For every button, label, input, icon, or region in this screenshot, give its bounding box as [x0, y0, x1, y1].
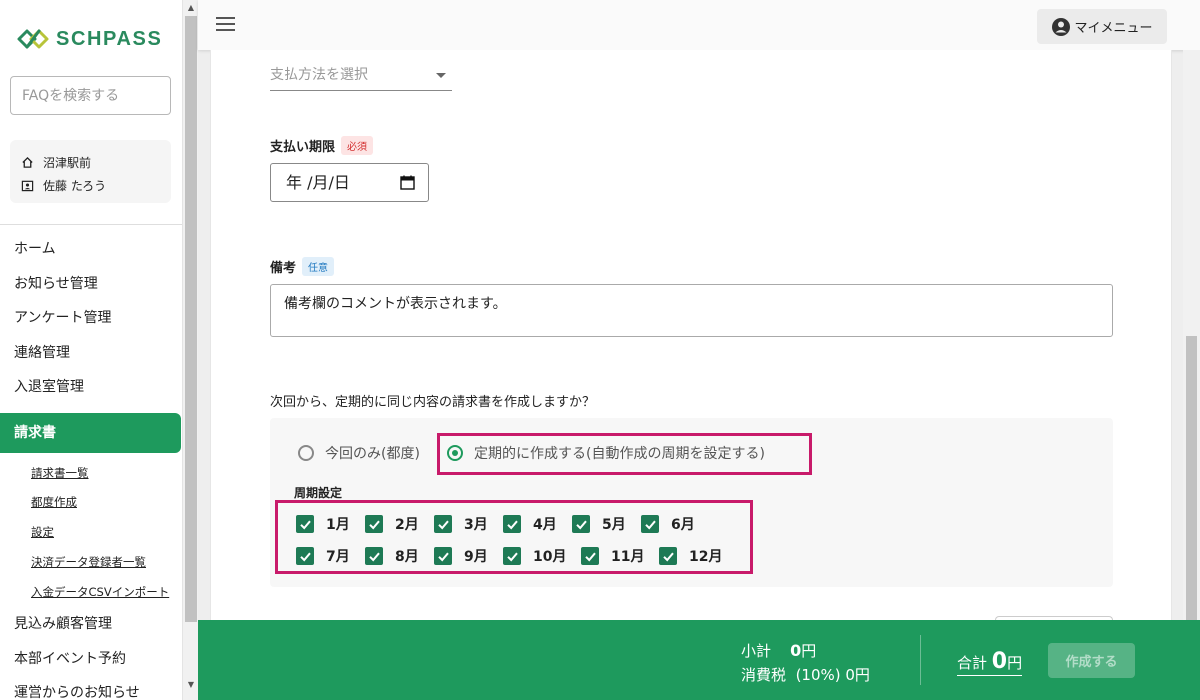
required-badge: 必須: [341, 136, 374, 155]
faq-search-input[interactable]: [10, 76, 171, 115]
radio-once[interactable]: 今回のみ(都度): [298, 443, 420, 463]
payment-method-select[interactable]: 支払方法を選択: [270, 64, 452, 91]
optional-badge: 任意: [302, 257, 335, 276]
nav-sub-csv-import[interactable]: 入金データCSVインポート: [0, 578, 182, 608]
nav-contact-management[interactable]: 連絡管理: [0, 336, 182, 371]
subtotal-row: 小計 0円: [741, 640, 816, 661]
nav-attendance-management[interactable]: 入退室管理: [0, 370, 182, 405]
nav-sub-payment-registrants[interactable]: 決済データ登録者一覧: [0, 548, 182, 578]
notes-textarea[interactable]: 備考欄のコメントが表示されます。: [270, 284, 1113, 337]
sidebar-divider: [0, 224, 182, 225]
scroll-down-icon[interactable]: ▼: [183, 678, 199, 692]
sidebar-scrollbar[interactable]: ▲ ▼: [182, 0, 198, 700]
nav-home[interactable]: ホーム: [0, 232, 182, 267]
account-circle-icon: [1052, 17, 1071, 36]
school-location: 沼津駅前: [43, 156, 92, 170]
radio-once-circle[interactable]: [298, 445, 314, 461]
hamburger-menu-icon[interactable]: [216, 17, 235, 31]
nav-sub-invoice-list[interactable]: 請求書一覧: [0, 459, 182, 489]
due-date-label-row: 支払い期限 必須: [270, 136, 374, 155]
nav-notice-management[interactable]: お知らせ管理: [0, 267, 182, 302]
due-date-label: 支払い期限: [270, 140, 336, 155]
main-scroll-thumb[interactable]: [1186, 336, 1197, 640]
radio-once-label: 今回のみ(都度): [325, 446, 420, 462]
dropdown-caret-icon: [436, 73, 446, 78]
brand-logo[interactable]: SCHPASS: [16, 26, 162, 52]
tax-rate: (10%): [795, 666, 841, 684]
my-menu-label: マイメニュー: [1074, 21, 1153, 36]
nav-prospect-management[interactable]: 見込み顧客管理: [0, 607, 182, 642]
due-date-value: 年 /月/日: [286, 173, 350, 192]
notes-label-row: 備考 任意: [270, 257, 335, 276]
badge-user-icon: [21, 180, 34, 192]
brand-name: SCHPASS: [56, 27, 163, 50]
user-name: 佐藤 たろう: [43, 179, 107, 193]
footer-separator: [920, 635, 921, 685]
recurring-question: 次回から、定期的に同じ内容の請求書を作成しますか？: [270, 395, 596, 410]
highlight-month-checkboxes: [275, 500, 753, 574]
sidebar-nav: ホーム お知らせ管理 アンケート管理 連絡管理 入退室管理 請求書 請求書一覧 …: [0, 232, 182, 700]
subtotal-yen: 円: [801, 642, 817, 660]
invoice-form-card: 支払方法を選択 支払い期限 必須 年 /月/日 備考 任意 備考欄のコメントが表…: [210, 50, 1172, 636]
create-invoice-button[interactable]: 作成する: [1048, 643, 1135, 678]
sidebar: SCHPASS 沼津駅前 佐藤 たろう ホーム お知らせ管理 アンケート管理 連…: [0, 0, 182, 700]
cycle-label: 周期設定: [294, 486, 343, 500]
nav-survey-management[interactable]: アンケート管理: [0, 301, 182, 336]
total-row: 合計 0円: [957, 649, 1023, 676]
payment-method-placeholder: 支払方法を選択: [270, 67, 368, 83]
notes-label: 備考: [270, 261, 297, 276]
school-info: 沼津駅前 佐藤 たろう: [10, 140, 171, 203]
nav-sub-one-time[interactable]: 都度作成: [0, 488, 182, 518]
subtotal-label: 小計: [741, 642, 772, 660]
total-value: 0: [991, 649, 1008, 674]
main-scrollbar[interactable]: [1183, 50, 1200, 640]
nav-hq-event-booking[interactable]: 本部イベント予約: [0, 642, 182, 677]
nav-invoice[interactable]: 請求書: [0, 412, 181, 453]
tax-value: 0円: [845, 666, 870, 684]
nav-operator-notices[interactable]: 運営からのお知らせ: [0, 676, 182, 700]
highlight-recurring-option: [437, 433, 812, 475]
due-date-input[interactable]: 年 /月/日: [270, 163, 429, 202]
subtotal-value: 0: [790, 641, 802, 660]
top-header: マイメニュー: [198, 0, 1200, 50]
schpass-logo-icon: [17, 29, 49, 49]
total-yen: 円: [1007, 654, 1023, 672]
my-menu-button[interactable]: マイメニュー: [1037, 9, 1167, 44]
nav-sub-settings[interactable]: 設定: [0, 518, 182, 548]
total-label: 合計: [957, 654, 988, 672]
calendar-icon[interactable]: [400, 175, 415, 190]
tax-row: 消費税 (10%) 0円: [741, 664, 870, 685]
sidebar-scroll-thumb[interactable]: [185, 16, 197, 622]
scroll-up-icon[interactable]: ▲: [183, 1, 199, 15]
tax-label: 消費税: [741, 666, 787, 684]
summary-footer: 小計 0円 消費税 (10%) 0円 合計 0円 作成する: [198, 620, 1200, 700]
home-icon: [22, 156, 33, 168]
